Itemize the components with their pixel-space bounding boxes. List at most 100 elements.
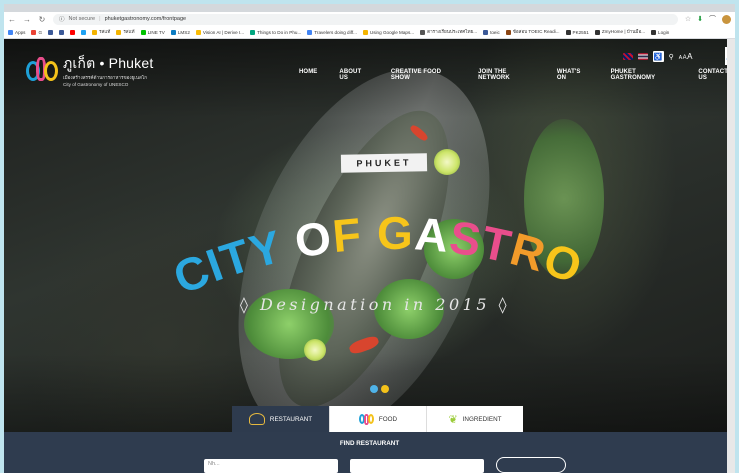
tab-ingredient[interactable]: ❦ INGREDIENT — [426, 406, 523, 432]
bookmark-label: PK2551 — [572, 29, 589, 35]
download-icon[interactable]: ⬇ — [697, 15, 703, 23]
hero-headline: CITY OF GASTRONOMY — [172, 187, 589, 304]
thai-flag-icon[interactable] — [637, 53, 648, 60]
address-bar[interactable]: ⓘ Not secure | phuketgastronomy.com/fron… — [53, 13, 678, 25]
accessibility-icon[interactable]: ♿ — [652, 51, 664, 62]
menu-join-the-network[interactable]: JOIN THE NETWORK — [478, 69, 535, 81]
info-icon: ⓘ — [59, 17, 65, 23]
site-logo[interactable]: ภูเก็ต • Phuket เมืองสร้างสรรค์ด้านการอา… — [26, 53, 153, 87]
bookmark-label: รสแท้ — [99, 28, 111, 34]
bookmark-item[interactable]: Vision AI | Derive I... — [195, 29, 245, 35]
menu-whats-on[interactable]: WHAT'S ON — [557, 69, 589, 81]
bookmark-label: toeic — [490, 29, 500, 35]
hero-subline-text: Designation in 2015 — [260, 295, 491, 314]
logo-line-thai: เมืองสร้างสรรค์ด้านการอาหารของยูเนสโก — [63, 75, 148, 80]
bookmark-icon — [565, 29, 571, 35]
bookmark-item[interactable]: G — [31, 29, 42, 35]
menu-creative-food-show[interactable]: CREATIVE FOOD SHOW — [391, 69, 456, 81]
bookmark-icon — [140, 29, 146, 35]
bookmark-icon — [170, 29, 176, 35]
website-viewport: ภูเก็ต • Phuket เมืองสร้างสรรค์ด้านการอา… — [4, 39, 735, 473]
bookmark-label: Login — [658, 29, 670, 35]
headline-letter: N — [172, 187, 189, 197]
bookmark-item[interactable]: Login — [651, 29, 670, 35]
search-button[interactable] — [496, 457, 566, 473]
bookmark-icon — [362, 29, 368, 35]
headline-letter: M — [172, 187, 192, 197]
scrollbar[interactable] — [727, 39, 735, 473]
english-flag-icon[interactable] — [622, 53, 633, 60]
menu-phuket-gastronomy[interactable]: PHUKET GASTRONOMY — [611, 69, 677, 81]
bookmark-item[interactable]: รสแท้ — [116, 29, 135, 36]
menu-about-us[interactable]: ABOUT US — [339, 69, 368, 81]
bookmark-icon — [250, 29, 256, 35]
security-label: Not secure — [68, 16, 96, 22]
restaurant-area-field[interactable] — [350, 459, 484, 473]
svg-text:CITY OF GASTRONOMY: CITY OF GASTRONOMY — [172, 187, 589, 304]
bookmark-item[interactable] — [48, 29, 54, 35]
logo-name: ภูเก็ต • Phuket — [63, 55, 154, 71]
bookmark-item[interactable]: ZmyHome | บ้านมือ... — [594, 28, 646, 36]
diamond-right-icon: ◊ — [490, 295, 511, 314]
slider-dot[interactable] — [370, 385, 378, 393]
bookmark-icon — [8, 29, 13, 35]
bookmark-item[interactable]: ตารางเรียนประเทศไทย... — [420, 29, 477, 36]
bookmark-icon — [483, 29, 489, 35]
bookmark-icon — [420, 29, 426, 35]
bookmark-item[interactable] — [59, 29, 65, 35]
bookmark-item[interactable]: Apps — [8, 29, 26, 35]
bookmark-item[interactable]: LINE TV — [140, 29, 165, 35]
bookmark-icon — [92, 29, 98, 35]
logo-text: ภูเก็ต • Phuket เมืองสร้างสรรค์ด้านการอา… — [63, 53, 153, 87]
bookmark-icon — [195, 29, 201, 35]
headline-letter: A — [413, 207, 451, 262]
bookmark-icon — [594, 29, 600, 35]
tab-restaurant-label: RESTAURANT — [269, 415, 313, 423]
font-size-control[interactable]: AAA — [679, 52, 693, 61]
search-icon[interactable]: ⚲ — [669, 53, 674, 61]
back-icon[interactable]: ← — [8, 15, 16, 24]
extension-icon[interactable]: ⌒ — [709, 14, 716, 24]
headline-letter — [361, 207, 377, 260]
reload-icon[interactable]: ↻ — [38, 15, 46, 24]
bookmark-item[interactable]: LMS2 — [170, 29, 190, 35]
menu-home[interactable]: HOME — [299, 69, 317, 81]
bookmark-icon — [70, 29, 76, 35]
bookmark-icon — [31, 29, 37, 35]
browser-toolbar: ← → ↻ ⓘ Not secure | phuketgastronomy.co… — [4, 12, 735, 26]
restaurant-name-field[interactable]: Nh... — [204, 459, 338, 473]
slider-dot[interactable] — [381, 385, 389, 393]
tab-food[interactable]: FOOD — [329, 406, 426, 432]
bookmark-icon — [116, 29, 122, 35]
tab-ingredient-label: INGREDIENT — [462, 415, 502, 423]
browser-window: ← → ↻ ⓘ Not secure | phuketgastronomy.co… — [0, 0, 739, 473]
bookmark-item[interactable]: Using Google Maps... — [362, 29, 415, 35]
utility-bar: ♿ ⚲ AAA — [622, 51, 693, 62]
bookmark-item[interactable]: PK2551 — [565, 29, 589, 35]
profile-avatar[interactable] — [722, 14, 731, 24]
tab-restaurant[interactable]: RESTAURANT — [232, 406, 329, 432]
bookmark-item[interactable]: Things to Do in Phu... — [250, 29, 302, 35]
bookmark-label: Apps — [15, 29, 26, 35]
search-tabs: RESTAURANT FOOD ❦ INGREDIENT — [232, 406, 523, 432]
find-restaurant-panel: FIND RESTAURANT Nh... — [4, 432, 735, 473]
bookmark-label: ZmyHome | บ้านมือ... — [601, 28, 646, 34]
bookmark-label: Using Google Maps... — [369, 29, 415, 35]
toolbar-extensions: ☆ ⬇ ⌒ — [685, 14, 731, 24]
bookmark-star-icon[interactable]: ☆ — [685, 15, 691, 23]
headline-letter: Y — [172, 187, 188, 197]
bookmark-icon — [651, 29, 657, 35]
bookmark-item[interactable]: toeic — [483, 29, 500, 35]
headline-letter: G — [377, 207, 414, 259]
bookmark-label: Things to Do in Phu... — [257, 29, 302, 35]
forward-icon[interactable]: → — [23, 15, 31, 24]
bookmark-item[interactable] — [70, 29, 76, 35]
bookmark-item[interactable] — [81, 29, 87, 35]
hero-banner: ภูเก็ต • Phuket เมืองสร้างสรรค์ด้านการอา… — [4, 39, 735, 432]
bookmark-item[interactable]: ข้อสอบ TOEIC Readi... — [505, 29, 560, 36]
bookmark-icon — [59, 29, 65, 35]
bookmark-item[interactable]: Travelers doing diff... — [307, 29, 357, 35]
bookmark-item[interactable]: รสแท้ — [92, 29, 110, 36]
main-menu: HOME ABOUT US CREATIVE FOOD SHOW JOIN TH… — [299, 69, 735, 81]
bookmark-label: Vision AI | Derive I... — [202, 29, 245, 35]
